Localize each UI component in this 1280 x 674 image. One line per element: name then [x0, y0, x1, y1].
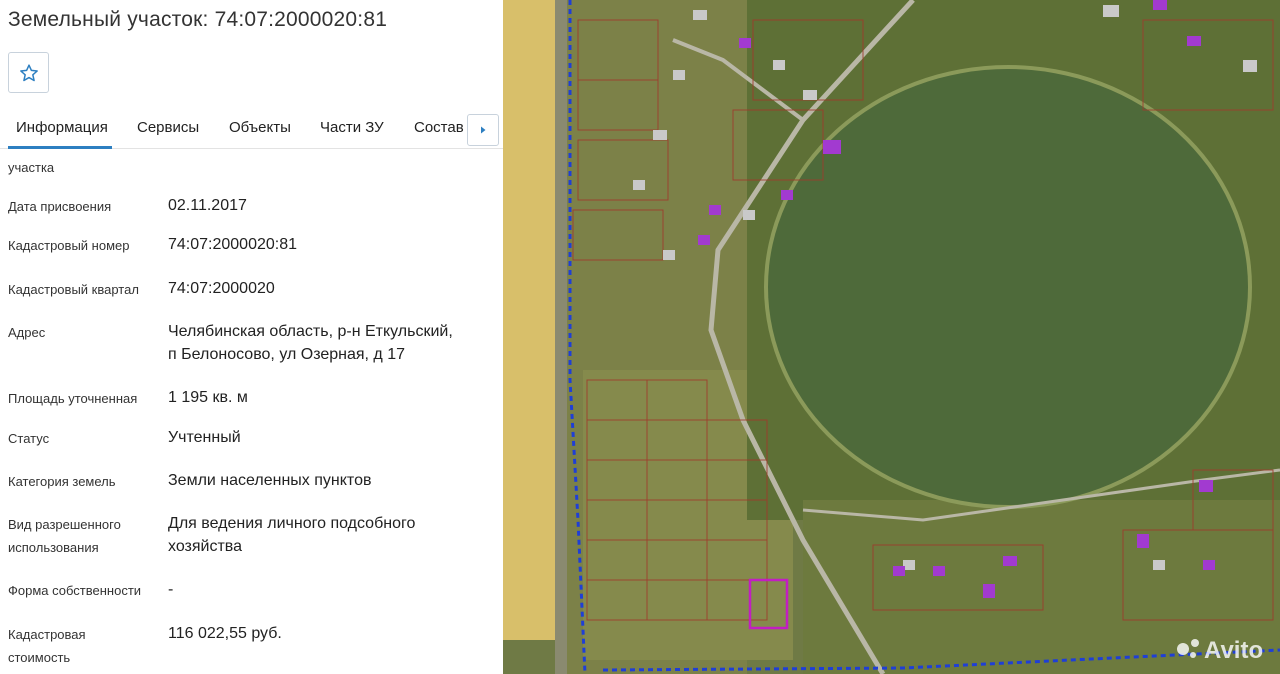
field-value-date: 02.11.2017	[168, 197, 247, 214]
page-title: Земельный участок: 74:07:2000020:81	[8, 8, 388, 31]
field-label-area-type: участка	[8, 160, 55, 175]
field-label-area: Площадь уточненная	[8, 391, 138, 406]
tab-composition[interactable]: Состав	[414, 119, 464, 136]
field-label-cad-num: Кадастровый номер	[8, 238, 130, 253]
svg-text:Avito: Avito	[1204, 637, 1263, 664]
field-label-status: Статус	[8, 431, 50, 446]
field-value-cad-num: 74:07:2000020:81	[168, 236, 298, 253]
tab-services[interactable]: Сервисы	[137, 119, 199, 136]
field-label-cost-line2: стоимость	[8, 650, 71, 665]
lake	[768, 69, 1248, 505]
field-value-ownership: -	[168, 581, 174, 598]
field-value-area: 1 195 кв. м	[168, 389, 248, 406]
field-label-usage-line2: использования	[8, 540, 99, 555]
tab-bar: Информация Сервисы Объекты Части ЗУ Сост…	[0, 112, 503, 149]
tab-info[interactable]: Информация	[16, 119, 108, 136]
field-label-ownership: Форма собственности	[8, 583, 142, 598]
field-value-status: Учтенный	[168, 429, 241, 446]
tab-objects[interactable]: Объекты	[229, 119, 291, 136]
field-value-address-line1: Челябинская область, р-н Еткульский,	[168, 323, 453, 340]
field-label-address: Адрес	[8, 325, 46, 340]
field-value-usage-line1: Для ведения личного подсобного	[168, 515, 416, 532]
field-value-category: Земли населенных пунктов	[168, 472, 372, 489]
field-value-cost: 116 022,55 руб.	[168, 625, 282, 642]
satellite-map[interactable]: Avito	[503, 0, 1280, 674]
favorite-button[interactable]	[8, 52, 49, 93]
field-value-cad-quarter: 74:07:2000020	[168, 280, 275, 297]
tab-parts[interactable]: Части ЗУ	[320, 119, 384, 136]
field-value-usage-line2: хозяйства	[168, 538, 243, 555]
wheat-field	[503, 0, 555, 640]
field-value-address-line2: п Белоносово, ул Озерная, д 17	[168, 346, 406, 363]
star-icon	[19, 63, 38, 81]
field-label-date: Дата присвоения	[8, 199, 112, 214]
field-label-cost-line1: Кадастровая	[8, 627, 86, 642]
info-panel: Земельный участок: 74:07:2000020:81 Инфо…	[0, 0, 503, 674]
field-label-category: Категория земель	[8, 474, 116, 489]
field-label-cad-quarter: Кадастровый квартал	[8, 282, 139, 297]
info-list: участка Дата присвоения 02.11.2017 Кадас…	[0, 149, 503, 674]
field-label-usage-line1: Вид разрешенного	[8, 517, 121, 532]
chevron-right-icon	[481, 126, 486, 134]
road-west	[555, 0, 567, 674]
tabs-scroll-right-button[interactable]	[467, 114, 499, 146]
